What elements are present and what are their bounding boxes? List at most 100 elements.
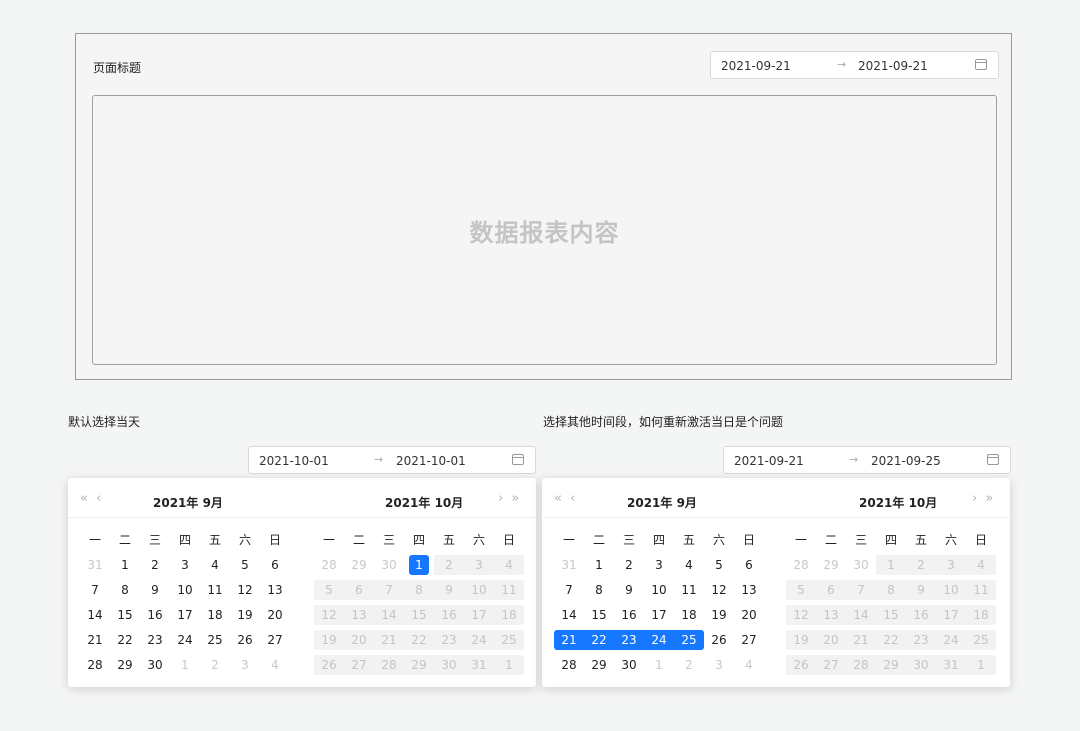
day-cell[interactable]: 20 <box>260 603 290 628</box>
day-cell[interactable]: 19 <box>230 603 260 628</box>
day-cell[interactable]: 20 <box>734 603 764 628</box>
day-cell[interactable]: 6 <box>260 553 290 578</box>
day-cell[interactable]: 4 <box>200 553 230 578</box>
prev-year-month-nav-icon[interactable]: « ‹ <box>554 491 577 506</box>
month-grid-september: 一二三四五六日 31 1 2 3 4 5 6 7 8 9 10 11 12 13 14 15 16 17 18 19 20… <box>80 528 293 678</box>
day-cell[interactable]: 26 <box>230 628 260 653</box>
day-cell[interactable]: 29 <box>344 553 374 578</box>
day-cell[interactable]: 5 <box>704 553 734 578</box>
next-month-year-nav-icon[interactable]: › » <box>972 491 995 506</box>
day-cell[interactable]: 19 <box>704 603 734 628</box>
next-month-year-nav-icon[interactable]: › » <box>498 491 521 506</box>
range-end-input[interactable]: 2021-09-25 <box>871 454 941 468</box>
day-cell[interactable]: 17 <box>644 603 674 628</box>
selected-day-cell[interactable]: 21 <box>554 628 584 653</box>
date-range-picker[interactable]: 2021-09-21 → 2021-09-21 <box>710 51 999 79</box>
day-cell[interactable]: 3 <box>170 553 200 578</box>
day-cell[interactable]: 29 <box>584 653 614 678</box>
day-cell[interactable]: 2 <box>674 653 704 678</box>
month-title-left[interactable]: 2021年 9月 <box>153 494 223 511</box>
day-cell[interactable]: 18 <box>200 603 230 628</box>
day-cell[interactable]: 6 <box>734 553 764 578</box>
day-cell[interactable]: 10 <box>170 578 200 603</box>
day-cell[interactable]: 30 <box>846 553 876 578</box>
day-cell[interactable]: 25 <box>200 628 230 653</box>
disabled-day-cell: 22 <box>411 633 427 647</box>
selected-day-cell[interactable]: 25 <box>674 628 704 653</box>
day-cell[interactable]: 12 <box>230 578 260 603</box>
day-cell[interactable]: 4 <box>260 653 290 678</box>
range-start-input[interactable]: 2021-10-01 <box>259 454 329 468</box>
day-cell[interactable]: 11 <box>674 578 704 603</box>
day-cell[interactable]: 18 <box>674 603 704 628</box>
day-cell[interactable]: 31 <box>80 553 110 578</box>
day-cell[interactable]: 21 <box>80 628 110 653</box>
day-cell[interactable]: 13 <box>734 578 764 603</box>
day-cell[interactable]: 30 <box>374 553 404 578</box>
day-cell[interactable]: 4 <box>734 653 764 678</box>
day-cell[interactable]: 9 <box>614 578 644 603</box>
calendar-icon[interactable] <box>987 454 999 465</box>
day-cell[interactable]: 28 <box>554 653 584 678</box>
range-end-input[interactable]: 2021-09-21 <box>858 59 928 73</box>
day-cell[interactable]: 11 <box>200 578 230 603</box>
prev-year-month-nav-icon[interactable]: « ‹ <box>80 491 103 506</box>
range-start-input[interactable]: 2021-09-21 <box>721 59 791 73</box>
day-cell[interactable]: 16 <box>614 603 644 628</box>
day-cell[interactable]: 27 <box>734 628 764 653</box>
calendar-icon[interactable] <box>512 454 524 465</box>
month-title-right[interactable]: 2021年 10月 <box>385 494 463 511</box>
day-cell[interactable]: 1 <box>584 553 614 578</box>
day-cell[interactable]: 28 <box>80 653 110 678</box>
day-cell[interactable]: 10 <box>644 578 674 603</box>
range-start-input[interactable]: 2021-09-21 <box>734 454 804 468</box>
day-cell[interactable]: 22 <box>110 628 140 653</box>
left-date-range-picker[interactable]: 2021-10-01 → 2021-10-01 <box>248 446 536 474</box>
day-cell[interactable]: 3 <box>644 553 674 578</box>
day-cell[interactable]: 2 <box>140 553 170 578</box>
day-cell[interactable]: 27 <box>260 628 290 653</box>
right-date-range-picker[interactable]: 2021-09-21 → 2021-09-25 <box>723 446 1011 474</box>
day-cell[interactable]: 24 <box>170 628 200 653</box>
day-cell[interactable]: 16 <box>140 603 170 628</box>
disabled-day-cell: 1 <box>505 658 513 672</box>
selected-day-cell[interactable]: 22 <box>584 628 614 653</box>
day-cell[interactable]: 23 <box>140 628 170 653</box>
day-cell[interactable]: 30 <box>614 653 644 678</box>
day-cell[interactable]: 15 <box>584 603 614 628</box>
selected-day-cell[interactable]: 23 <box>614 628 644 653</box>
month-title-left[interactable]: 2021年 9月 <box>627 494 697 511</box>
day-cell[interactable]: 2 <box>200 653 230 678</box>
day-cell[interactable]: 28 <box>314 553 344 578</box>
day-cell[interactable]: 7 <box>80 578 110 603</box>
day-cell[interactable]: 26 <box>704 628 734 653</box>
selected-day-cell[interactable]: 24 <box>644 628 674 653</box>
day-cell[interactable]: 5 <box>230 553 260 578</box>
range-end-input[interactable]: 2021-10-01 <box>396 454 466 468</box>
day-cell[interactable]: 29 <box>110 653 140 678</box>
day-cell[interactable]: 29 <box>816 553 846 578</box>
calendar-icon[interactable] <box>975 59 987 70</box>
day-cell[interactable]: 13 <box>260 578 290 603</box>
day-cell[interactable]: 30 <box>140 653 170 678</box>
day-cell[interactable]: 31 <box>554 553 584 578</box>
day-cell[interactable]: 3 <box>704 653 734 678</box>
day-cell[interactable]: 1 <box>170 653 200 678</box>
day-cell[interactable]: 8 <box>110 578 140 603</box>
day-cell[interactable]: 28 <box>786 553 816 578</box>
day-cell[interactable]: 14 <box>554 603 584 628</box>
day-cell[interactable]: 7 <box>554 578 584 603</box>
day-cell[interactable]: 4 <box>674 553 704 578</box>
day-cell[interactable]: 1 <box>110 553 140 578</box>
day-cell[interactable]: 17 <box>170 603 200 628</box>
month-title-right[interactable]: 2021年 10月 <box>859 494 937 511</box>
day-cell[interactable]: 15 <box>110 603 140 628</box>
day-cell[interactable]: 12 <box>704 578 734 603</box>
day-cell[interactable]: 3 <box>230 653 260 678</box>
day-cell[interactable]: 1 <box>644 653 674 678</box>
day-cell[interactable]: 9 <box>140 578 170 603</box>
day-cell[interactable]: 14 <box>80 603 110 628</box>
day-cell[interactable]: 2 <box>614 553 644 578</box>
selected-day-cell[interactable]: 1 <box>404 553 434 578</box>
day-cell[interactable]: 8 <box>584 578 614 603</box>
